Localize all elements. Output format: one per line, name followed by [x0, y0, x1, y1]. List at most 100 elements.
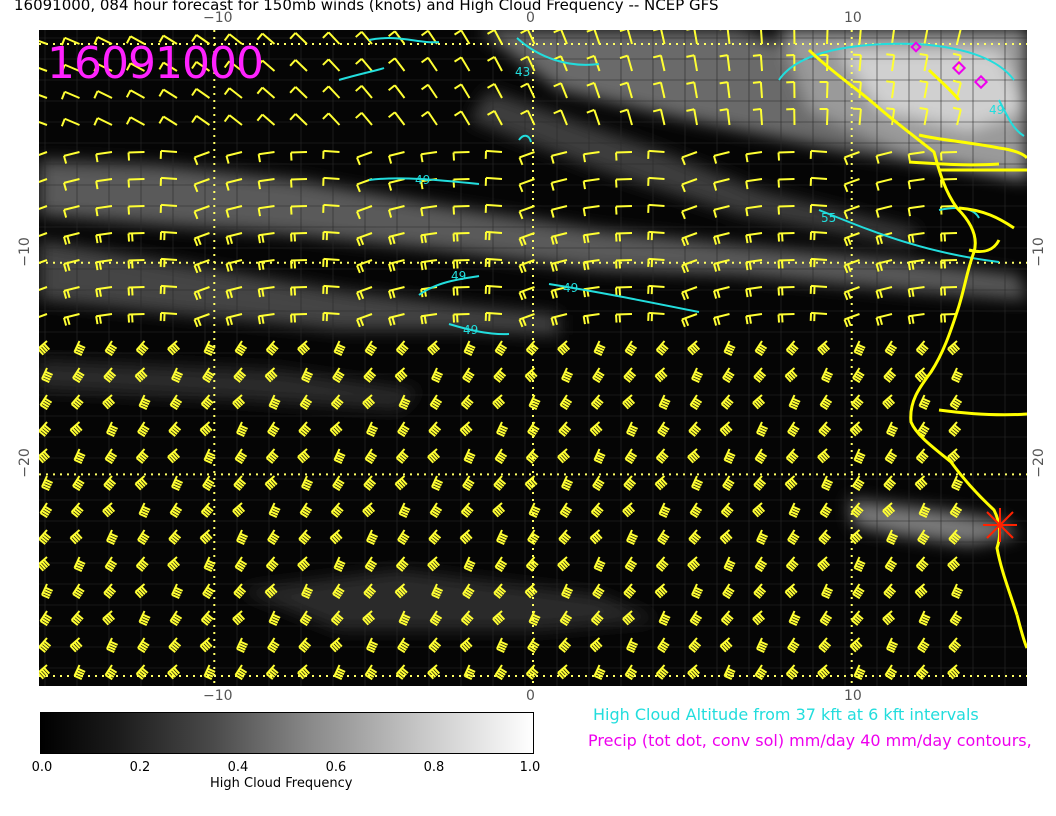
- wind-barb: [527, 637, 540, 654]
- wind-barb: [388, 111, 406, 126]
- wind-barb: [70, 394, 84, 410]
- y-tick-right: −20: [1030, 448, 1047, 478]
- wind-barb: [127, 313, 145, 323]
- wind-barb: [102, 394, 116, 410]
- wind-barb: [453, 30, 471, 45]
- wind-barb: [687, 340, 701, 356]
- wind-barb: [589, 637, 603, 653]
- wind-barb: [322, 85, 341, 99]
- wind-barb: [363, 475, 377, 491]
- wind-barb: [907, 313, 925, 325]
- wind-barb: [615, 205, 633, 215]
- wind-barb: [431, 475, 444, 491]
- wind-barb: [615, 286, 633, 296]
- wind-barb: [754, 664, 768, 681]
- colorbar-tick: 0.8: [423, 760, 445, 775]
- wind-barb: [167, 556, 181, 572]
- wind-barb: [169, 394, 183, 411]
- wind-barb: [875, 313, 893, 326]
- wind-barb: [745, 151, 763, 163]
- wind-barb: [223, 114, 243, 126]
- wind-barb: [655, 664, 669, 680]
- wind-barb: [558, 637, 572, 653]
- wind-barb: [655, 556, 669, 572]
- wind-barb: [171, 583, 184, 599]
- wind-barb: [689, 394, 703, 411]
- wind-barb: [557, 340, 571, 356]
- wind-barb: [752, 394, 766, 410]
- x-tick-bottom: −10: [203, 688, 233, 704]
- wind-barb: [884, 448, 898, 465]
- wind-barb: [329, 421, 343, 437]
- colorbar-tick: 0.0: [31, 760, 53, 775]
- wind-barb: [852, 367, 865, 384]
- wind-barb: [267, 421, 280, 438]
- wind-barb: [289, 59, 308, 72]
- wind-barb: [167, 340, 181, 356]
- cloud-frequency-colorbar: [40, 712, 534, 754]
- wind-barb: [73, 448, 86, 464]
- wind-barb: [623, 475, 637, 491]
- wind-barb: [322, 58, 341, 72]
- wind-barb: [948, 637, 962, 653]
- wind-barb: [654, 367, 668, 383]
- wind-barb: [817, 556, 831, 572]
- wind-barb: [753, 475, 767, 491]
- wind-barb: [785, 556, 799, 572]
- wind-barb: [658, 394, 671, 410]
- contour-label: 49: [563, 281, 578, 295]
- wind-barb: [914, 475, 928, 491]
- wind-barb: [265, 448, 279, 464]
- wind-barb: [527, 421, 540, 438]
- wind-barb: [754, 448, 768, 465]
- weather-map[interactable]: 43 49 49 49 49 55 49 16091000: [39, 30, 1027, 686]
- wind-barb: [322, 112, 341, 126]
- wind-barb: [364, 664, 378, 681]
- wind-barb: [256, 86, 276, 99]
- wind-barb: [817, 448, 831, 464]
- wind-barb: [752, 610, 766, 626]
- wind-barb: [199, 637, 213, 653]
- wind-barb: [821, 583, 834, 599]
- wind-barb: [689, 502, 703, 519]
- wind-barb: [171, 475, 184, 491]
- wind-barb: [356, 151, 373, 166]
- wind-barb: [886, 421, 899, 437]
- wind-barb: [395, 664, 409, 680]
- wind-barb: [886, 637, 899, 653]
- wind-barb: [719, 637, 733, 653]
- wind-barb: [559, 502, 573, 519]
- wind-barb: [657, 421, 670, 438]
- wind-barb: [818, 421, 832, 437]
- wind-barb: [355, 57, 373, 72]
- wind-barb: [202, 583, 215, 600]
- wind-barb: [593, 448, 606, 464]
- wind-barb: [647, 311, 665, 322]
- wind-barb: [688, 637, 702, 653]
- wind-barb: [103, 583, 117, 599]
- contour-label: 49: [989, 103, 1004, 117]
- wind-barb: [70, 610, 84, 626]
- wind-barb: [720, 394, 734, 410]
- wind-barb: [658, 502, 671, 518]
- wind-barb: [691, 367, 704, 383]
- wind-barb: [428, 421, 442, 437]
- wind-barb: [267, 637, 280, 654]
- y-tick-left: −20: [16, 448, 33, 478]
- wind-barb: [333, 664, 346, 680]
- date-stamp: 16091000: [47, 38, 264, 89]
- wind-barb: [949, 610, 963, 627]
- map-canvas: 43 49 49 49 49 55 49: [39, 30, 1027, 686]
- wind-barb: [264, 475, 278, 491]
- wind-barb: [681, 313, 698, 328]
- wind-barb: [453, 56, 471, 72]
- wind-barb: [301, 475, 314, 491]
- wind-barb: [95, 232, 113, 244]
- wind-barb: [745, 313, 763, 325]
- wind-barb: [550, 205, 568, 218]
- x-tick-bottom: 0: [526, 688, 535, 704]
- wind-barb: [395, 448, 409, 464]
- wind-barb: [102, 610, 116, 626]
- wind-barb: [819, 502, 833, 519]
- wind-barb: [102, 502, 116, 518]
